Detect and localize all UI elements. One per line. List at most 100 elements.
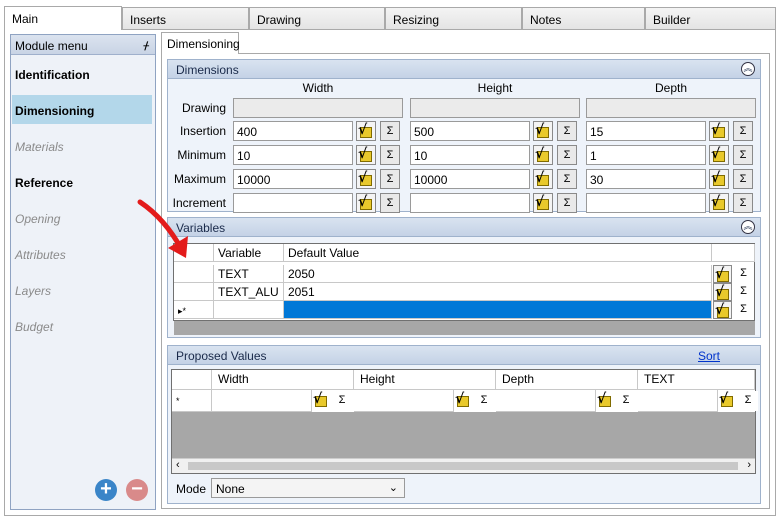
variable-formula-button[interactable]: √ bbox=[713, 265, 732, 283]
tab-builder[interactable]: Builder bbox=[645, 7, 776, 29]
proposed-formula-button[interactable]: √ bbox=[718, 391, 738, 411]
proposed-sum-button[interactable]: Σ bbox=[332, 391, 352, 411]
tab-notes[interactable]: Notes bbox=[522, 7, 645, 29]
sort-link[interactable]: Sort bbox=[698, 349, 720, 363]
proposed-formula-button[interactable]: √ bbox=[596, 391, 616, 411]
proposed-cell[interactable] bbox=[354, 390, 454, 412]
insertion-depth-field[interactable]: 15 bbox=[586, 121, 706, 141]
increment-depth-field[interactable] bbox=[586, 193, 706, 213]
minimum-depth-formula-button[interactable]: √ bbox=[709, 145, 729, 165]
proposed-cell[interactable] bbox=[496, 390, 596, 412]
module-item-label: Reference bbox=[15, 176, 74, 190]
insertion-width-sum-button[interactable]: Σ bbox=[380, 121, 400, 141]
maximum-depth-sum-button[interactable]: Σ bbox=[733, 169, 753, 189]
variable-sum-button[interactable]: Σ bbox=[733, 301, 754, 319]
insertion-height-formula-button[interactable]: √ bbox=[533, 121, 553, 141]
proposed-cell[interactable] bbox=[638, 390, 718, 412]
proposed-title: Proposed Values bbox=[176, 349, 267, 363]
scrollbar-thumb[interactable] bbox=[188, 462, 738, 470]
maximum-depth-formula-button[interactable]: √ bbox=[709, 169, 729, 189]
proposed-grid-empty bbox=[172, 412, 755, 458]
horizontal-scrollbar[interactable]: ‹ › bbox=[172, 458, 755, 473]
tab-inserts[interactable]: Inserts bbox=[122, 7, 249, 29]
variable-value-cell-selected[interactable] bbox=[284, 301, 712, 319]
sqrt-icon: √ bbox=[597, 391, 607, 407]
header-height: Height bbox=[354, 370, 496, 390]
proposed-formula-button[interactable]: √ bbox=[312, 391, 332, 411]
collapse-icon[interactable]: ︽ bbox=[741, 62, 755, 76]
remove-module-button[interactable]: − bbox=[126, 479, 148, 501]
variable-value-cell[interactable]: 2050 bbox=[284, 265, 712, 283]
add-module-button[interactable]: + bbox=[95, 479, 117, 501]
variable-name-cell[interactable] bbox=[214, 301, 284, 319]
maximum-height-sum-button[interactable]: Σ bbox=[557, 169, 577, 189]
proposed-cell[interactable] bbox=[212, 390, 312, 412]
insertion-width-field[interactable]: 400 bbox=[233, 121, 353, 141]
tab-drawing[interactable]: Drawing bbox=[249, 7, 385, 29]
proposed-formula-button[interactable]: √ bbox=[454, 391, 474, 411]
module-item-budget[interactable]: Budget bbox=[12, 311, 152, 340]
maximum-width-field[interactable]: 10000 bbox=[233, 169, 353, 189]
increment-width-field[interactable] bbox=[233, 193, 353, 213]
increment-depth-formula-button[interactable]: √ bbox=[709, 193, 729, 213]
insertion-depth-sum-button[interactable]: Σ bbox=[733, 121, 753, 141]
module-item-identification[interactable]: Identification bbox=[12, 59, 152, 88]
sqrt-icon: √ bbox=[455, 391, 465, 407]
maximum-height-field[interactable]: 10000 bbox=[410, 169, 530, 189]
proposed-sum-button[interactable]: Σ bbox=[738, 391, 758, 411]
minimum-depth-sum-button[interactable]: Σ bbox=[733, 145, 753, 165]
maximum-height-formula-button[interactable]: √ bbox=[533, 169, 553, 189]
proposed-sum-button[interactable]: Σ bbox=[474, 391, 494, 411]
proposed-sum-button[interactable]: Σ bbox=[616, 391, 636, 411]
row-header-cell[interactable] bbox=[174, 283, 214, 301]
increment-width-sum-button[interactable]: Σ bbox=[380, 193, 400, 213]
variable-name-cell[interactable]: TEXT_ALU bbox=[214, 283, 284, 301]
tab-dimensioning[interactable]: Dimensioning bbox=[161, 32, 240, 54]
column-depth: Depth bbox=[654, 81, 688, 95]
variable-value-cell[interactable]: 2051 bbox=[284, 283, 712, 301]
module-item-materials[interactable]: Materials bbox=[12, 131, 152, 160]
maximum-width-formula-button[interactable]: √ bbox=[356, 169, 376, 189]
minimum-width-sum-button[interactable]: Σ bbox=[380, 145, 400, 165]
variable-formula-button[interactable]: √ bbox=[713, 283, 732, 301]
minimum-height-sum-button[interactable]: Σ bbox=[557, 145, 577, 165]
increment-height-field[interactable] bbox=[410, 193, 530, 213]
sqrt-icon: √ bbox=[358, 170, 368, 186]
insertion-height-field[interactable]: 500 bbox=[410, 121, 530, 141]
minimum-width-field[interactable]: 10 bbox=[233, 145, 353, 165]
scroll-left-icon[interactable]: ‹ bbox=[176, 459, 180, 471]
increment-depth-sum-button[interactable]: Σ bbox=[733, 193, 753, 213]
increment-height-formula-button[interactable]: √ bbox=[533, 193, 553, 213]
insertion-height-sum-button[interactable]: Σ bbox=[557, 121, 577, 141]
module-item-layers[interactable]: Layers bbox=[12, 275, 152, 304]
new-row-marker[interactable]: * bbox=[172, 390, 212, 412]
tab-main[interactable]: Main bbox=[4, 6, 122, 30]
minimum-height-field[interactable]: 10 bbox=[410, 145, 530, 165]
module-item-dimensioning[interactable]: Dimensioning bbox=[12, 95, 152, 124]
variable-sum-button[interactable]: Σ bbox=[733, 265, 754, 283]
pin-icon[interactable]: ᚋ bbox=[144, 39, 149, 52]
drawing-width-field bbox=[233, 98, 403, 118]
increment-height-sum-button[interactable]: Σ bbox=[557, 193, 577, 213]
insertion-depth-formula-button[interactable]: √ bbox=[709, 121, 729, 141]
insertion-width-formula-button[interactable]: √ bbox=[356, 121, 376, 141]
scroll-right-icon[interactable]: › bbox=[747, 459, 751, 471]
column-width: Width bbox=[302, 81, 334, 95]
tab-label: Inserts bbox=[130, 13, 167, 27]
module-menu-header: Module menu ᚋ bbox=[11, 35, 155, 55]
increment-width-formula-button[interactable]: √ bbox=[356, 193, 376, 213]
new-row-marker[interactable]: ▸* bbox=[174, 301, 214, 319]
collapse-icon[interactable]: ︽ bbox=[741, 220, 755, 234]
variable-sum-button[interactable]: Σ bbox=[733, 283, 754, 301]
row-label-drawing: Drawing bbox=[181, 101, 226, 115]
minimum-depth-field[interactable]: 1 bbox=[586, 145, 706, 165]
maximum-width-sum-button[interactable]: Σ bbox=[380, 169, 400, 189]
minimum-height-formula-button[interactable]: √ bbox=[533, 145, 553, 165]
variable-name-cell[interactable]: TEXT bbox=[214, 265, 284, 283]
tab-resizing[interactable]: Resizing bbox=[385, 7, 522, 29]
tab-label: Resizing bbox=[393, 13, 440, 27]
variable-formula-button[interactable]: √ bbox=[713, 301, 732, 319]
mode-select[interactable]: None ⌄ bbox=[211, 478, 405, 498]
maximum-depth-field[interactable]: 30 bbox=[586, 169, 706, 189]
minimum-width-formula-button[interactable]: √ bbox=[356, 145, 376, 165]
